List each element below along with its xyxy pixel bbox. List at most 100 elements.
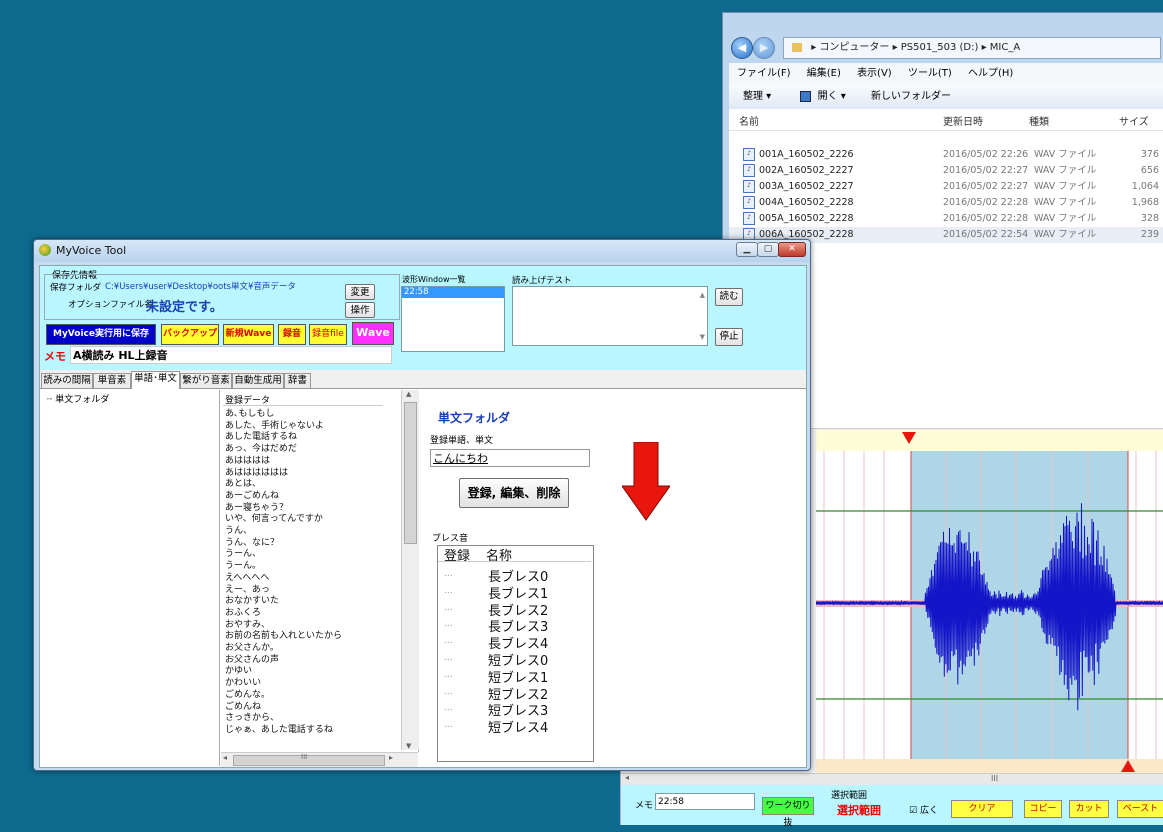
list-item[interactable]: あはははははは — [225, 468, 288, 479]
list-item[interactable]: あした電話するね — [225, 432, 297, 443]
reg-input[interactable] — [430, 449, 590, 467]
list-item[interactable]: おなかすいた — [225, 596, 279, 607]
registered-data-list[interactable]: 登録データ あ､もしもし あした、手術じゃないよ あした電話するね あっ、今はだめだあ… — [221, 390, 419, 752]
clear-button[interactable]: クリア — [951, 800, 1013, 818]
wavelist-item[interactable]: 22:58 — [402, 287, 504, 298]
list-item[interactable]: じゃぁ、あした電話するね — [225, 725, 333, 736]
scroll-up-icon[interactable]: ▲ — [700, 291, 705, 299]
list-item[interactable]: お父さんか。 — [225, 643, 279, 654]
breath-reg-cell[interactable]: ... — [444, 687, 453, 697]
list-item[interactable]: お前の名前も入れといたから — [225, 631, 342, 642]
list-item[interactable]: あとは、 — [225, 479, 261, 490]
readtest-textarea[interactable]: ▲ ▼ — [512, 286, 708, 346]
back-button[interactable]: ◀ — [731, 37, 753, 59]
breath-reg-cell[interactable]: ... — [444, 653, 453, 663]
file-row[interactable]: ♪ 002A_160502_2227 2016/05/02 22:27 WAV フ… — [729, 163, 1163, 179]
tab-auto-generate[interactable]: 自動生成用 — [232, 373, 284, 388]
scroll-right-icon[interactable]: ▸ — [389, 753, 393, 762]
list-item[interactable]: お父さんの声 — [225, 655, 279, 666]
tree-root[interactable]: ┈ 単文フォルダ — [47, 392, 109, 405]
title-bar[interactable]: MyVoice Tool ▁ ▢ ✕ — [34, 240, 810, 262]
list-item[interactable]: うん、なに？ — [225, 538, 279, 549]
breath-reg-cell[interactable]: ... — [444, 619, 453, 629]
selection-marker-bar[interactable] — [816, 430, 1163, 451]
list-item[interactable]: うん、 — [225, 526, 252, 537]
list-item[interactable]: かゆい — [225, 666, 252, 677]
menu-view[interactable]: 表示(V) — [857, 68, 892, 79]
breadcrumb-drive[interactable]: PS501_503 (D:) — [901, 42, 979, 53]
col-type[interactable]: 種類 — [1029, 113, 1049, 128]
list-vertical-scrollbar[interactable]: ▲ ▼ — [401, 390, 419, 750]
list-item[interactable]: うーん。 — [225, 561, 261, 572]
scroll-thumb[interactable] — [404, 402, 417, 544]
wide-checkbox[interactable]: ☑ 広く — [909, 803, 938, 816]
open-button[interactable]: 開く ▾ — [818, 91, 846, 102]
memo-input[interactable] — [70, 346, 392, 364]
new-folder-button[interactable]: 新しいフォルダー — [871, 91, 951, 102]
col-name[interactable]: 名前 — [739, 113, 759, 128]
breath-reg-cell[interactable]: ... — [444, 603, 453, 613]
menu-help[interactable]: ヘルプ(H) — [968, 68, 1013, 79]
new-wave-button[interactable]: 新規Wave — [223, 324, 274, 345]
read-button[interactable]: 読む — [715, 288, 743, 306]
scroll-up-icon[interactable]: ▲ — [406, 390, 411, 398]
list-item[interactable]: うーん、 — [225, 549, 261, 560]
wave-memo-input[interactable] — [655, 793, 755, 810]
menu-edit[interactable]: 編集(E) — [807, 68, 841, 79]
col-size[interactable]: サイズ — [1119, 113, 1149, 128]
scroll-down-icon[interactable]: ▼ — [700, 333, 705, 341]
list-item[interactable]: おやすみ、 — [225, 620, 270, 631]
breath-reg-cell[interactable]: ... — [444, 586, 453, 596]
file-row[interactable]: ♪ 003A_160502_2227 2016/05/02 22:27 WAV フ… — [729, 179, 1163, 195]
breadcrumb-computer[interactable]: コンピューター — [819, 42, 889, 53]
backup-button[interactable]: バックアップ — [161, 324, 219, 345]
list-item[interactable]: えへへへへ — [225, 573, 269, 584]
breath-reg-cell[interactable]: ... — [444, 569, 453, 579]
close-button[interactable]: ✕ — [778, 242, 806, 257]
list-item[interactable]: あっ、今はだめだ — [225, 444, 297, 455]
operate-button[interactable]: 操作 — [345, 302, 375, 318]
tab-linked-phoneme[interactable]: 繋がり音素 — [180, 373, 232, 388]
list-item[interactable]: あした、手術じゃないよ — [225, 421, 324, 432]
folder-tree[interactable]: ┈ 単文フォルダ — [41, 390, 220, 766]
breadcrumb-folder[interactable]: MIC_A — [990, 42, 1020, 53]
breath-reg-cell[interactable]: ... — [444, 720, 453, 730]
paste-button[interactable]: ペースト — [1117, 800, 1163, 818]
minimize-button[interactable]: ▁ — [736, 242, 758, 257]
menu-file[interactable]: ファイル(F) — [737, 68, 791, 79]
selection-start-marker-icon[interactable] — [902, 432, 916, 444]
file-row[interactable]: ♪ 004A_160502_2228 2016/05/02 22:28 WAV フ… — [729, 195, 1163, 211]
list-item[interactable]: ごめんな。 — [225, 690, 270, 701]
maximize-button[interactable]: ▢ — [757, 242, 779, 257]
list-item[interactable]: えー、あっ — [225, 585, 270, 596]
organize-button[interactable]: 整理 ▾ — [743, 91, 771, 102]
menu-tools[interactable]: ツール(T) — [908, 68, 952, 79]
record-file-button[interactable]: 録音file — [309, 324, 347, 345]
copy-button[interactable]: コピー — [1024, 800, 1062, 818]
stop-button[interactable]: 停止 — [715, 328, 743, 346]
list-item[interactable]: あーごめんね — [225, 491, 279, 502]
breath-reg-cell[interactable]: ... — [444, 670, 453, 680]
selection-end-bar[interactable] — [816, 759, 1163, 773]
breath-list[interactable]: 登録 名称 ... 長ブレス0... 長ブレス1... 長ブレス2... 長ブレス3..… — [437, 545, 594, 762]
tab-dictionary[interactable]: 辞書 — [284, 373, 311, 388]
wave-button[interactable]: Wave — [352, 322, 394, 345]
list-item[interactable]: さっきから、 — [225, 713, 279, 724]
list-item[interactable]: かわいい — [225, 678, 261, 689]
list-item[interactable]: あー寝ちゃう？ — [225, 503, 288, 514]
list-item[interactable]: あはははは — [225, 456, 270, 467]
scroll-down-icon[interactable]: ▼ — [406, 742, 411, 750]
change-button[interactable]: 変更 — [345, 284, 375, 300]
work-toggle-button[interactable]: ワーク切り抜 — [762, 797, 814, 828]
breath-reg-cell[interactable]: ... — [444, 703, 453, 713]
list-item[interactable]: ごめんね — [225, 702, 261, 713]
record-button[interactable]: 録音 — [278, 324, 306, 345]
address-bar[interactable]: ▸ コンピューター ▸ PS501_503 (D:) ▸ MIC_A — [783, 37, 1161, 59]
register-edit-delete-button[interactable]: 登録, 編集、削除 — [459, 478, 569, 508]
hscroll-thumb[interactable] — [233, 755, 385, 766]
list-item[interactable]: あ､もしもし — [225, 409, 275, 420]
cut-button[interactable]: カット — [1069, 800, 1109, 818]
wavelist-box[interactable]: 22:58 — [401, 286, 505, 352]
file-row[interactable]: ♪ 001A_160502_2226 2016/05/02 22:26 WAV フ… — [729, 147, 1163, 163]
selection-end-marker-icon[interactable] — [1121, 760, 1135, 772]
